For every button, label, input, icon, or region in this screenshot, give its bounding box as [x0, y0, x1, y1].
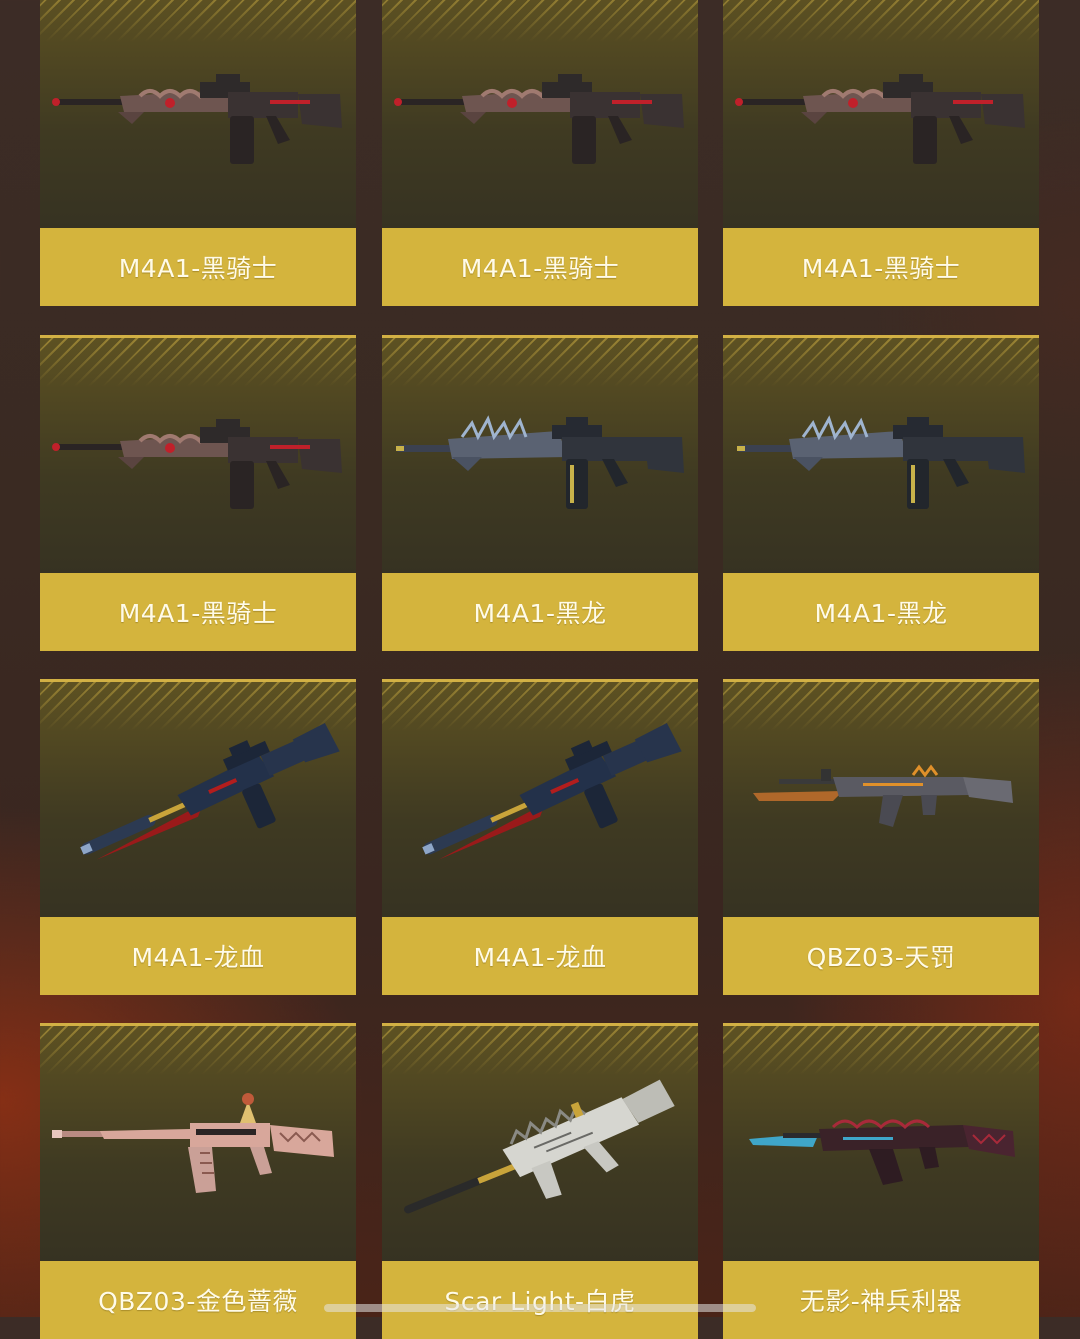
weapon-card[interactable]: M4A1-黑骑士 [40, 335, 356, 651]
qbz03-heavenly-punishment-rifle-icon [753, 764, 1013, 827]
weapon-name: M4A1-黑骑士 [801, 254, 961, 283]
m4a1-black-knight-rifle-icon [52, 74, 342, 164]
qbz03-golden-rose-rifle-icon [52, 1093, 334, 1193]
weapon-card[interactable]: 无影-神兵利器 [723, 1023, 1039, 1339]
weapon-card[interactable]: QBZ03-金色蔷薇 [40, 1023, 356, 1339]
weapon-grid: M4A1-黑骑士 M4A1-黑骑士 M4A1-黑骑士 M4A1-黑骑士 M4A1… [0, 0, 1080, 1339]
weapon-card[interactable]: M4A1-黑骑士 [723, 0, 1039, 306]
weapon-name: M4A1-黑骑士 [118, 599, 278, 628]
home-indicator-bar[interactable] [324, 1304, 756, 1312]
weapon-card[interactable]: M4A1-龙血 [40, 679, 356, 995]
weapon-name: M4A1-黑龙 [814, 599, 948, 628]
weapon-card[interactable]: M4A1-黑骑士 [382, 0, 698, 306]
weapon-name: M4A1-黑龙 [473, 599, 607, 628]
m4a1-black-dragon-rifle-icon [737, 415, 1025, 509]
weapon-card[interactable]: M4A1-龙血 [382, 679, 698, 995]
weapon-name: M4A1-黑骑士 [460, 254, 620, 283]
weapon-card[interactable]: M4A1-黑骑士 [40, 0, 356, 306]
wuying-divine-weapon-rifle-icon [749, 1119, 1015, 1185]
m4a1-black-knight-rifle-icon [394, 74, 684, 164]
scar-light-white-tiger-rifle-icon [404, 1079, 675, 1214]
m4a1-black-dragon-rifle-icon [396, 415, 684, 509]
weapon-name: Scar Light-白虎 [444, 1287, 636, 1316]
weapon-card[interactable]: QBZ03-天罚 [723, 679, 1039, 995]
m4a1-dragon-blood-rifle-icon [80, 722, 340, 860]
weapon-card[interactable]: M4A1-黑龙 [723, 335, 1039, 651]
m4a1-black-knight-rifle-icon [52, 419, 342, 509]
weapon-name: QBZ03-天罚 [806, 943, 956, 972]
weapon-name: QBZ03-金色蔷薇 [98, 1287, 298, 1316]
weapon-card[interactable]: Scar Light-白虎 [382, 1023, 698, 1339]
m4a1-black-knight-rifle-icon [735, 74, 1025, 164]
weapon-name: M4A1-龙血 [473, 943, 607, 972]
m4a1-dragon-blood-rifle-icon [422, 722, 682, 860]
weapon-card[interactable]: M4A1-黑龙 [382, 335, 698, 651]
weapon-name: 无影-神兵利器 [799, 1287, 963, 1316]
weapon-name: M4A1-龙血 [131, 943, 265, 972]
weapon-name: M4A1-黑骑士 [118, 254, 278, 283]
